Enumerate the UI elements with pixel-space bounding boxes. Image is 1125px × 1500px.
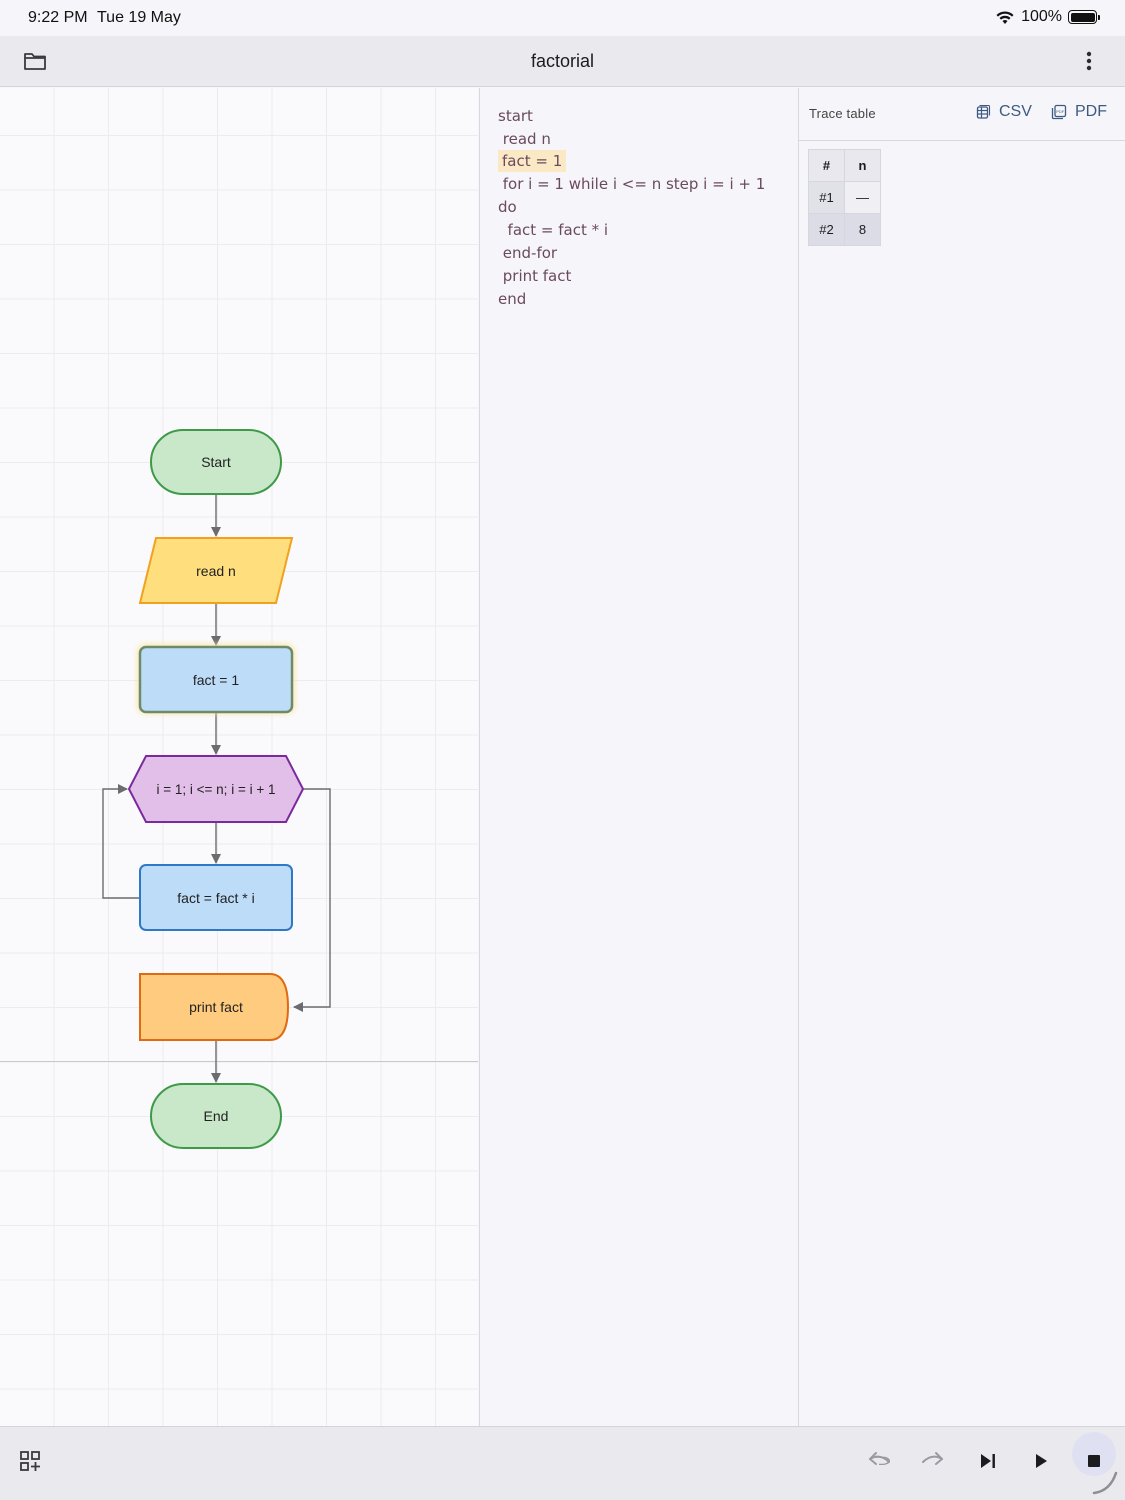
battery-icon — [1068, 10, 1100, 24]
node-assign-init-label: fact = 1 — [193, 672, 240, 688]
code-line[interactable]: end-for — [498, 242, 557, 264]
node-print-output[interactable]: print fact — [139, 973, 290, 1041]
flowchart-canvas[interactable]: Start read n fact = 1 i = 1; i <= n; i =… — [0, 88, 478, 1426]
export-csv-button[interactable]: CSV — [975, 103, 1032, 121]
node-start-label: Start — [201, 454, 231, 470]
play-icon — [1036, 1454, 1047, 1468]
node-end-label: End — [204, 1108, 229, 1124]
trace-cell: #2 — [808, 213, 845, 246]
wifi-icon — [996, 10, 1014, 24]
node-end[interactable]: End — [150, 1083, 282, 1149]
trace-title: Trace table — [809, 106, 876, 121]
trace-cell: 8 — [844, 213, 881, 246]
status-bar: 9:22 PM Tue 19 May 100% — [0, 0, 1125, 36]
step-icon — [981, 1454, 995, 1468]
redo-icon — [922, 1452, 943, 1465]
status-right: 100% — [995, 8, 1100, 26]
code-line[interactable]: for i = 1 while i <= n step i = i + 1 — [498, 173, 766, 195]
node-assign-body[interactable]: fact = fact * i — [139, 864, 293, 931]
code-line[interactable]: print fact — [498, 265, 572, 287]
trace-col-header: # — [808, 149, 845, 182]
add-block-button[interactable] — [10, 1441, 50, 1481]
trace-header: Trace table CSV PDF PDF — [799, 88, 1125, 141]
pdf-icon: PDF — [1051, 104, 1067, 120]
status-date: Tue 19 May — [97, 9, 181, 26]
export-pdf-button[interactable]: PDF PDF — [1051, 103, 1107, 121]
bottom-toolbar — [0, 1426, 1125, 1500]
node-read-input[interactable]: read n — [138, 537, 294, 604]
trace-cell: — — [844, 181, 881, 214]
undo-button[interactable] — [860, 1441, 900, 1481]
flowchart-svg: Start read n fact = 1 i = 1; i <= n; i =… — [102, 429, 331, 1149]
document-title: factorial — [530, 51, 595, 71]
code-line[interactable]: fact = fact * i — [498, 219, 609, 241]
code-line[interactable]: read n — [498, 128, 551, 150]
code-line[interactable]: do — [498, 196, 517, 218]
svg-text:PDF: PDF — [1056, 109, 1065, 114]
code-line[interactable]: start — [498, 105, 533, 127]
edge-loop-exit — [293, 788, 331, 1012]
pseudocode-panel[interactable]: start read n fact = 1 for i = 1 while i … — [479, 88, 798, 1426]
trace-col-header: n — [844, 149, 881, 182]
code-line[interactable]: end — [498, 288, 526, 310]
trace-table: # n #1 — #2 8 — [808, 149, 881, 246]
top-toolbar: factorial — [0, 36, 1125, 87]
node-assign-init[interactable]: fact = 1 — [137, 644, 295, 714]
trace-table-panel: Trace table CSV PDF PDF # n #1 — #2 8 — [798, 88, 1125, 1426]
table-icon — [976, 104, 991, 119]
status-time: 9:22 PM — [28, 9, 88, 26]
add-block-icon — [20, 1451, 40, 1471]
more-vertical-icon[interactable] — [1077, 50, 1101, 74]
node-for-loop-label: i = 1; i <= n; i = i + 1 — [157, 782, 276, 797]
node-for-loop[interactable]: i = 1; i <= n; i = i + 1 — [127, 755, 305, 823]
battery-percent: 100% — [1021, 8, 1062, 25]
code-line-highlighted[interactable]: fact = 1 — [498, 150, 567, 172]
node-assign-body-label: fact = fact * i — [177, 890, 254, 906]
export-pdf-label: PDF — [1075, 103, 1107, 120]
resize-handle-icon — [1092, 1471, 1118, 1495]
play-button[interactable] — [1021, 1441, 1061, 1481]
step-button[interactable] — [968, 1441, 1008, 1481]
trace-row[interactable]: #1 — — [808, 181, 881, 214]
node-read-label: read n — [196, 563, 236, 579]
export-csv-label: CSV — [999, 103, 1032, 120]
node-print-label: print fact — [189, 999, 243, 1015]
edge-body-loopback — [102, 784, 140, 899]
trace-cell: #1 — [808, 181, 845, 214]
redo-button[interactable] — [912, 1441, 952, 1481]
node-start[interactable]: Start — [150, 429, 282, 495]
undo-icon — [869, 1452, 890, 1466]
trace-row[interactable]: #2 8 — [808, 213, 881, 246]
